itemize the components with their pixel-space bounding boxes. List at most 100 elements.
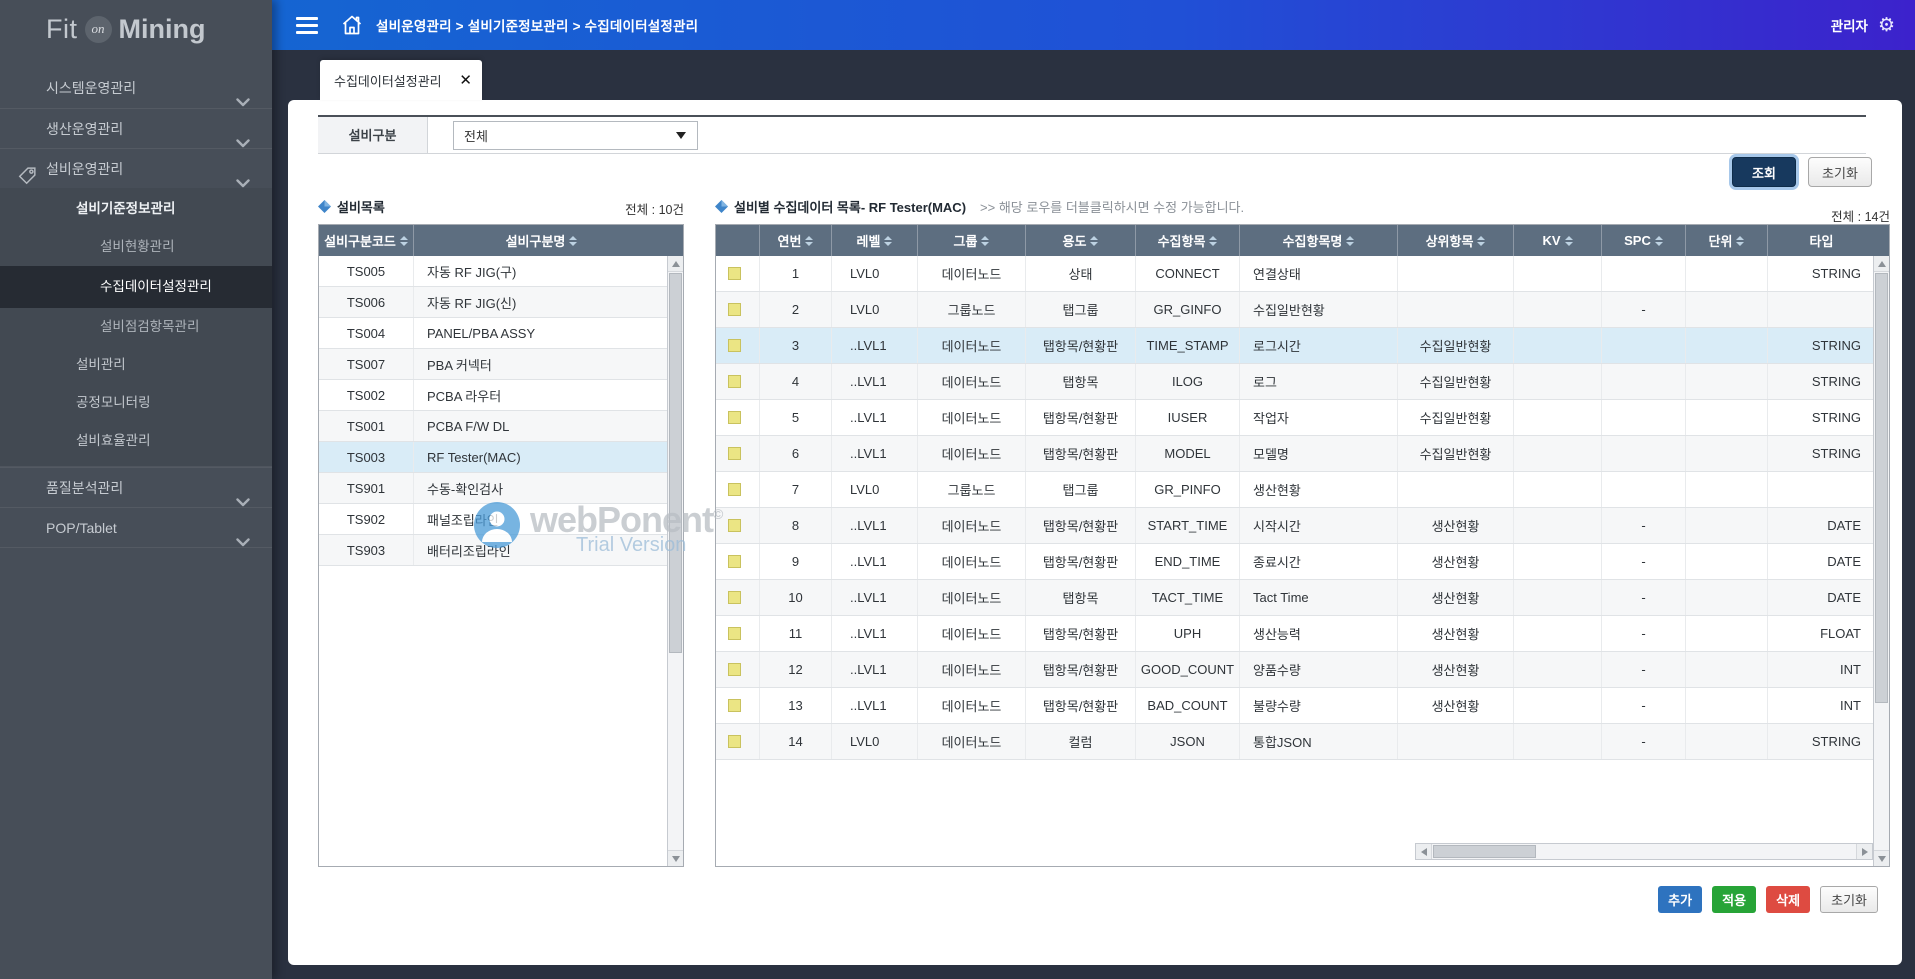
search-button[interactable]: 조회 <box>1732 157 1796 187</box>
sort-icon[interactable] <box>805 235 814 246</box>
table-row[interactable]: 6 ..LVL1 데이터노드 탭항목/현황판 MODEL 모델명 수집일반현황 STRING <box>716 436 1873 472</box>
yellow-tag-icon[interactable] <box>728 267 741 280</box>
table-row[interactable]: TS901 수동-확인검사 <box>319 473 667 504</box>
row-select-cell[interactable] <box>716 724 760 759</box>
sort-icon[interactable] <box>1654 235 1663 246</box>
row-select-cell[interactable] <box>716 508 760 543</box>
column-header-타입[interactable]: 타입 <box>1768 225 1875 256</box>
sidebar-item-4[interactable]: POP/Tablet <box>0 507 272 547</box>
row-select-cell[interactable] <box>716 256 760 291</box>
row-select-cell[interactable] <box>716 652 760 687</box>
sort-icon[interactable] <box>1477 235 1486 246</box>
column-header-레벨[interactable]: 레벨 <box>832 225 918 256</box>
table-row[interactable]: 14 LVL0 데이터노드 컬럼 JSON 통합JSON - STRING <box>716 724 1873 760</box>
sidebar-item-설비점검항목관리[interactable]: 설비점검항목관리 <box>0 308 272 346</box>
column-header-KV[interactable]: KV <box>1514 225 1602 256</box>
column-header-수집항목[interactable]: 수집항목 <box>1136 225 1240 256</box>
column-header-연번[interactable]: 연번 <box>760 225 832 256</box>
yellow-tag-icon[interactable] <box>728 447 741 460</box>
table-row[interactable]: 2 LVL0 그룹노드 탭그룹 GR_GINFO 수집일반현황 - <box>716 292 1873 328</box>
column-header-SPC[interactable]: SPC <box>1602 225 1686 256</box>
sort-icon[interactable] <box>884 235 893 246</box>
column-header-그룹[interactable]: 그룹 <box>918 225 1026 256</box>
sidebar-item-공정모니터링[interactable]: 공정모니터링 <box>0 384 272 422</box>
sort-icon[interactable] <box>1209 235 1218 246</box>
sidebar-item-0[interactable]: 시스템운영관리 <box>0 68 272 108</box>
column-header-설비구분명[interactable]: 설비구분명 <box>414 225 669 256</box>
equipment-type-select[interactable]: 전체 <box>453 120 698 150</box>
sidebar-item-설비기준정보관리[interactable]: 설비기준정보관리 <box>0 190 272 228</box>
home-icon[interactable] <box>340 13 364 37</box>
column-header-수집항목명[interactable]: 수집항목명 <box>1240 225 1398 256</box>
table-row[interactable]: TS002 PCBA 라우터 <box>319 380 667 411</box>
sidebar-item-1[interactable]: 생산운영관리 <box>0 108 272 148</box>
sort-icon[interactable] <box>981 235 990 246</box>
table-row[interactable]: 13 ..LVL1 데이터노드 탭항목/현황판 BAD_COUNT 불량수량 생산현황 - IN… <box>716 688 1873 724</box>
row-select-cell[interactable] <box>716 616 760 651</box>
user-name[interactable]: 관리자 <box>1831 15 1868 35</box>
scroll-left-icon[interactable] <box>1416 844 1432 859</box>
reset-button-top[interactable]: 초기화 <box>1808 157 1872 187</box>
table-row[interactable]: TS005 자동 RF JIG(구) <box>319 256 667 287</box>
yellow-tag-icon[interactable] <box>728 735 741 748</box>
yellow-tag-icon[interactable] <box>728 483 741 496</box>
table-row[interactable]: TS004 PANEL/PBA ASSY <box>319 318 667 349</box>
yellow-tag-icon[interactable] <box>728 303 741 316</box>
horizontal-scrollbar[interactable] <box>1415 843 1873 860</box>
table-row[interactable]: 12 ..LVL1 데이터노드 탭항목/현황판 GOOD_COUNT 양품수량 생산현황 - I… <box>716 652 1873 688</box>
sort-icon[interactable] <box>569 235 578 246</box>
row-select-cell[interactable] <box>716 544 760 579</box>
table-row[interactable]: TS003 RF Tester(MAC) <box>319 442 667 473</box>
sidebar-item-3[interactable]: 품질분석관리 <box>0 467 272 507</box>
sidebar-item-설비관리[interactable]: 설비관리 <box>0 346 272 384</box>
close-icon[interactable]: ✕ <box>459 73 472 88</box>
reset-button-bottom[interactable]: 초기화 <box>1820 886 1878 913</box>
scrollbar-thumb[interactable] <box>669 273 682 653</box>
sidebar-item-2[interactable]: 설비운영관리 <box>0 148 272 188</box>
row-select-cell[interactable] <box>716 688 760 723</box>
yellow-tag-icon[interactable] <box>728 555 741 568</box>
sort-icon[interactable] <box>1564 235 1573 246</box>
table-row[interactable]: 1 LVL0 데이터노드 상태 CONNECT 연결상태 STRING <box>716 256 1873 292</box>
row-select-cell[interactable] <box>716 364 760 399</box>
table-row[interactable]: 7 LVL0 그룹노드 탭그룹 GR_PINFO 생산현황 <box>716 472 1873 508</box>
table-row[interactable]: 10 ..LVL1 데이터노드 탭항목 TACT_TIME Tact Time 생산현황 - D… <box>716 580 1873 616</box>
row-select-cell[interactable] <box>716 328 760 363</box>
column-header-select[interactable] <box>716 225 760 256</box>
scrollbar-thumb[interactable] <box>1433 845 1536 858</box>
column-header-용도[interactable]: 용도 <box>1026 225 1136 256</box>
breadcrumb[interactable]: 설비운영관리 > 설비기준정보관리 > 수집데이터설정관리 <box>376 15 698 35</box>
yellow-tag-icon[interactable] <box>728 339 741 352</box>
yellow-tag-icon[interactable] <box>728 699 741 712</box>
gear-icon[interactable]: ⚙ <box>1878 15 1895 35</box>
column-header-상위항목[interactable]: 상위항목 <box>1398 225 1514 256</box>
apply-button[interactable]: 적용 <box>1712 886 1757 913</box>
table-row[interactable]: TS903 배터리조립라인 <box>319 535 667 566</box>
sort-icon[interactable] <box>1346 235 1355 246</box>
yellow-tag-icon[interactable] <box>728 663 741 676</box>
column-header-단위[interactable]: 단위 <box>1686 225 1768 256</box>
row-select-cell[interactable] <box>716 472 760 507</box>
scroll-up-icon[interactable] <box>668 256 683 272</box>
yellow-tag-icon[interactable] <box>728 375 741 388</box>
column-header-설비구분코드[interactable]: 설비구분코드 <box>319 225 414 256</box>
table-row[interactable]: TS006 자동 RF JIG(신) <box>319 287 667 318</box>
scroll-right-icon[interactable] <box>1856 844 1872 859</box>
sidebar-item-수집데이터설정관리[interactable]: 수집데이터설정관리 <box>0 266 272 308</box>
scroll-down-icon[interactable] <box>1874 850 1889 866</box>
row-select-cell[interactable] <box>716 580 760 615</box>
table-row[interactable]: TS001 PCBA F/W DL <box>319 411 667 442</box>
table-row[interactable]: 8 ..LVL1 데이터노드 탭항목/현황판 START_TIME 시작시간 생산현황 - DA… <box>716 508 1873 544</box>
table-row[interactable]: TS007 PBA 커넥터 <box>319 349 667 380</box>
table-row[interactable]: 4 ..LVL1 데이터노드 탭항목 ILOG 로그 수집일반현황 STRING <box>716 364 1873 400</box>
add-button[interactable]: 추가 <box>1658 886 1703 913</box>
scroll-down-icon[interactable] <box>668 850 683 866</box>
right-vertical-scrollbar[interactable] <box>1873 256 1889 866</box>
table-row[interactable]: 9 ..LVL1 데이터노드 탭항목/현황판 END_TIME 종료시간 생산현황 - DATE <box>716 544 1873 580</box>
table-row[interactable]: TS902 패널조립라인 <box>319 504 667 535</box>
yellow-tag-icon[interactable] <box>728 411 741 424</box>
row-select-cell[interactable] <box>716 400 760 435</box>
delete-button[interactable]: 삭제 <box>1766 886 1811 913</box>
hamburger-icon[interactable] <box>296 13 318 38</box>
scrollbar-thumb[interactable] <box>1875 273 1888 703</box>
